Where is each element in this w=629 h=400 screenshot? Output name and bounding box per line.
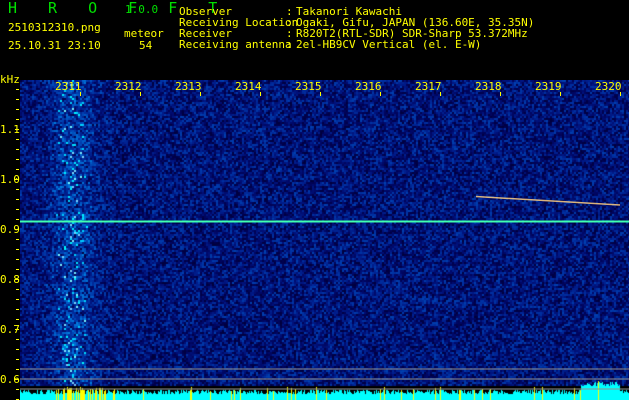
x-tick <box>200 92 201 96</box>
y-tick <box>16 209 19 210</box>
spectrogram <box>20 80 629 400</box>
y-tick <box>16 199 19 200</box>
x-tick <box>140 92 141 96</box>
y-tick <box>15 229 19 230</box>
y-tick <box>15 179 19 180</box>
x-tick-label: 2314 <box>235 80 262 93</box>
y-tick <box>16 289 19 290</box>
x-tick <box>260 92 261 96</box>
y-tick <box>16 249 19 250</box>
y-tick <box>16 149 19 150</box>
x-tick <box>560 92 561 96</box>
y-tick <box>16 339 19 340</box>
x-tick-label: 2319 <box>535 80 562 93</box>
y-tick <box>16 389 19 390</box>
spectrogram-overlay <box>20 195 629 390</box>
x-tick <box>80 92 81 96</box>
y-tick <box>15 129 19 130</box>
x-tick-label: 2320 <box>595 80 622 93</box>
x-tick-label: 2316 <box>355 80 382 93</box>
y-tick <box>16 259 19 260</box>
info-label: Receiving antenna <box>179 38 292 51</box>
y-tick <box>16 139 19 140</box>
y-tick <box>15 329 19 330</box>
y-tick <box>16 299 19 300</box>
y-tick <box>16 369 19 370</box>
y-tick <box>16 349 19 350</box>
y-tick <box>16 359 19 360</box>
info-value: 2el-HB9CV Vertical (el. E-W) <box>296 38 482 51</box>
datetime: 25.10.31 23:10 <box>8 39 101 52</box>
y-tick <box>16 89 19 90</box>
x-tick <box>440 92 441 96</box>
x-tick-label: 2318 <box>475 80 502 93</box>
x-tick-label: 2313 <box>175 80 202 93</box>
x-tick <box>380 92 381 96</box>
filename: 2510312310.png <box>8 21 101 34</box>
y-tick <box>16 319 19 320</box>
x-tick <box>320 92 321 96</box>
x-tick <box>620 92 621 96</box>
hrofft-window: H R O F F T 1.0.0 2510312310.png 25.10.3… <box>0 0 629 400</box>
info-sep: : <box>286 38 293 51</box>
y-tick <box>16 219 19 220</box>
y-tick <box>16 119 19 120</box>
y-tick <box>16 99 19 100</box>
meteor-count: 54 <box>139 39 153 52</box>
x-tick-label: 2317 <box>415 80 442 93</box>
y-tick <box>16 159 19 160</box>
y-tick <box>15 379 19 380</box>
y-tick <box>16 269 19 270</box>
y-tick <box>16 189 19 190</box>
x-tick <box>500 92 501 96</box>
y-tick <box>16 109 19 110</box>
x-tick-label: 2315 <box>295 80 322 93</box>
y-tick <box>16 239 19 240</box>
x-tick-label: 2311 <box>55 80 82 93</box>
y-tick <box>16 169 19 170</box>
y-tick <box>16 309 19 310</box>
app-version: 1.0.0 <box>125 3 159 16</box>
x-tick-label: 2312 <box>115 80 142 93</box>
y-tick <box>15 279 19 280</box>
y-axis-label: kHz <box>0 73 20 86</box>
meteor-trace <box>475 195 621 206</box>
